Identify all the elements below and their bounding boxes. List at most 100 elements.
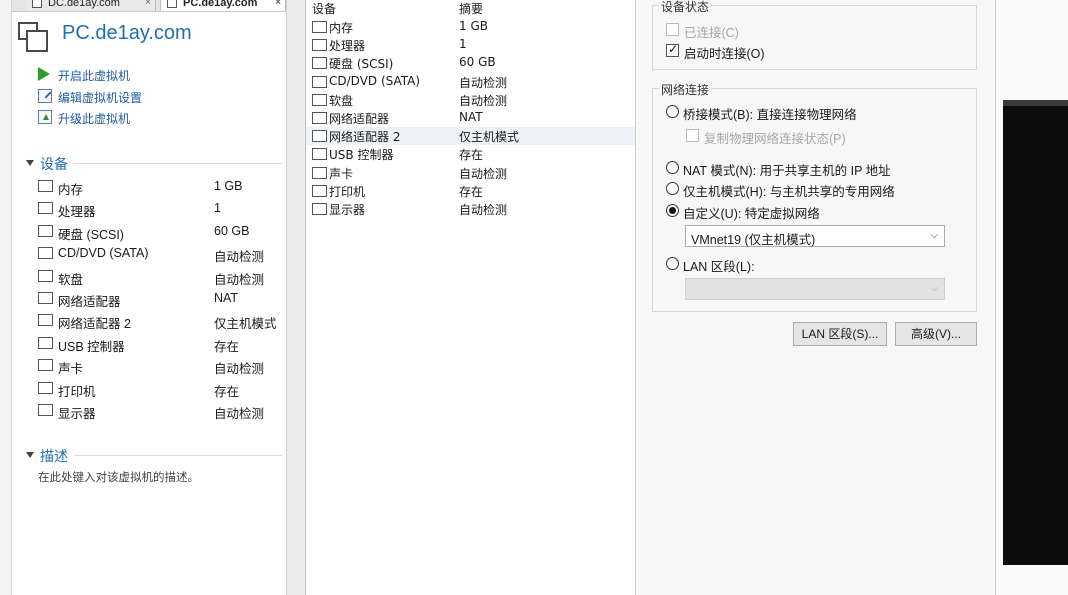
display-icon [38,404,53,416]
device-value: 1 GB [214,179,243,193]
checkbox-box [686,129,699,142]
cpu-icon [38,202,53,215]
description-input[interactable]: 在此处键入对该虚拟机的描述。 [38,469,199,485]
panel-divider [286,0,306,595]
device-name: 处理器 [58,205,96,220]
radio-dot [666,204,679,217]
hardware-name: CD/DVD (SATA) [329,73,421,88]
hardware-row[interactable]: CD/DVD (SATA) 自动检测 [306,73,635,91]
tab-close-icon[interactable]: × [145,0,151,10]
hard-disk-icon [312,57,327,70]
sound-card-icon [312,166,327,179]
hard-disk-icon [38,224,53,237]
vm-icon [18,22,48,52]
hardware-name: 软盘 [329,93,354,108]
network-adapter-icon [312,112,327,124]
hardware-summary: 自动检测 [459,166,508,181]
device-row[interactable]: CD/DVD (SATA) 自动检测 [38,244,282,264]
usb-icon [38,336,53,349]
device-row[interactable]: 打印机 存在 [38,379,282,399]
column-header-summary[interactable]: 摘要 [459,0,483,17]
upgrade-icon [38,110,52,124]
hardware-list: 设备 摘要 内存 1 GB 处理器 1 硬盘 (SCSI) 60 GB CD/DVD (SA… [306,0,636,595]
tab-label: DC.de1ay.com [48,0,120,9]
device-row[interactable]: 声卡 自动检测 [38,356,282,377]
hardware-summary: 自动检测 [459,203,508,217]
device-name: 网络适配器 2 [58,317,131,332]
hardware-summary: 存在 [459,184,484,199]
hardware-row[interactable]: 软盘 自动检测 [306,91,635,109]
hardware-name: 显示器 [329,203,366,217]
hardware-row[interactable]: USB 控制器 存在 [306,145,635,163]
hardware-row[interactable]: 显示器 自动检测 [306,200,635,218]
device-value: 自动检测 [214,272,265,287]
floppy-icon [38,269,53,282]
device-row[interactable]: 网络适配器 NAT [38,289,282,309]
network-connection-group: 网络连接 桥接模式(B): 直接连接物理网络 复制物理网络连接状态(P) NAT… [652,81,977,312]
tab-pc[interactable]: PC.de1ay.com × [160,0,286,11]
lan-segment-select[interactable]: ⌵ [685,278,945,300]
device-row[interactable]: 处理器 1 [38,199,282,220]
tab-label: PC.de1ay.com [183,0,258,9]
memory-icon [312,21,327,33]
hardware-row[interactable]: 声卡 自动检测 [306,164,635,182]
collapse-triangle-icon [26,160,34,166]
device-row[interactable]: 网络适配器 2 仅主机模式 [38,311,282,332]
hardware-name: 网络适配器 [329,112,390,126]
lan-segments-button[interactable]: LAN 区段(S)... [793,322,887,346]
device-row[interactable]: 软盘 自动检测 [38,267,282,287]
custom-network-select[interactable]: VMnet19 (仅主机模式) ⌵ [685,225,945,247]
vm-tab-icon [32,0,42,8]
hardware-summary: 仅主机模式 [459,130,520,145]
hardware-name: 打印机 [329,184,366,199]
hardware-name: 处理器 [329,39,366,54]
device-name: 显示器 [58,407,96,421]
hardware-row[interactable]: 网络适配器 2 仅主机模式 [306,127,635,146]
radio-dot [666,161,679,174]
device-value: 仅主机模式 [214,317,277,332]
radio-dot [666,257,679,270]
hardware-name: 内存 [329,21,354,35]
device-name: 声卡 [58,362,84,377]
device-value: 存在 [214,384,240,399]
tab-dc[interactable]: DC.de1ay.com × [26,0,156,11]
vm-tab-icon [167,0,177,8]
hardware-row[interactable]: 处理器 1 [306,36,635,54]
hardware-name: 网络适配器 2 [329,130,401,145]
device-value: 1 [214,201,221,216]
device-value: 存在 [214,339,240,354]
device-row[interactable]: 显示器 自动检测 [38,401,282,421]
radio-dot [666,105,679,118]
description-section-header[interactable]: 描述 [26,447,282,464]
device-name: 软盘 [58,272,84,287]
hardware-name: USB 控制器 [329,148,394,163]
hardware-row[interactable]: 硬盘 (SCSI) 60 GB [306,54,635,72]
hardware-row[interactable]: 内存 1 GB [306,18,635,36]
tab-close-icon[interactable]: × [275,0,281,10]
hardware-row[interactable]: 打印机 存在 [306,182,635,200]
device-row[interactable]: 硬盘 (SCSI) 60 GB [38,222,282,242]
advanced-button[interactable]: 高级(V)... [895,322,977,346]
chevron-down-icon: ⌵ [930,283,938,294]
column-header-device[interactable]: 设备 [312,0,336,17]
tab-bar: DC.de1ay.com × PC.de1ay.com × [12,0,286,12]
device-row[interactable]: 内存 1 GB [38,177,282,197]
hardware-summary: NAT [459,110,483,124]
device-name: 内存 [58,183,84,197]
network-adapter-icon [38,292,53,304]
hardware-summary: 自动检测 [459,93,508,108]
edit-settings-icon [38,89,52,103]
hardware-summary: 自动检测 [459,75,508,90]
display-icon [312,203,327,215]
usb-icon [312,148,327,161]
network-connection-label: 网络连接 [659,81,712,98]
vm-summary-panel: DC.de1ay.com × PC.de1ay.com × PC.de1ay.c… [0,0,286,595]
device-row[interactable]: USB 控制器 存在 [38,334,282,354]
device-name: 网络适配器 [58,295,121,309]
collapse-triangle-icon [26,452,34,458]
cd-dvd-icon [312,75,327,88]
play-icon [38,67,52,81]
hardware-summary: 1 GB [459,19,488,33]
hardware-row[interactable]: 网络适配器 NAT [306,109,635,127]
devices-section-header[interactable]: 设备 [26,155,282,172]
